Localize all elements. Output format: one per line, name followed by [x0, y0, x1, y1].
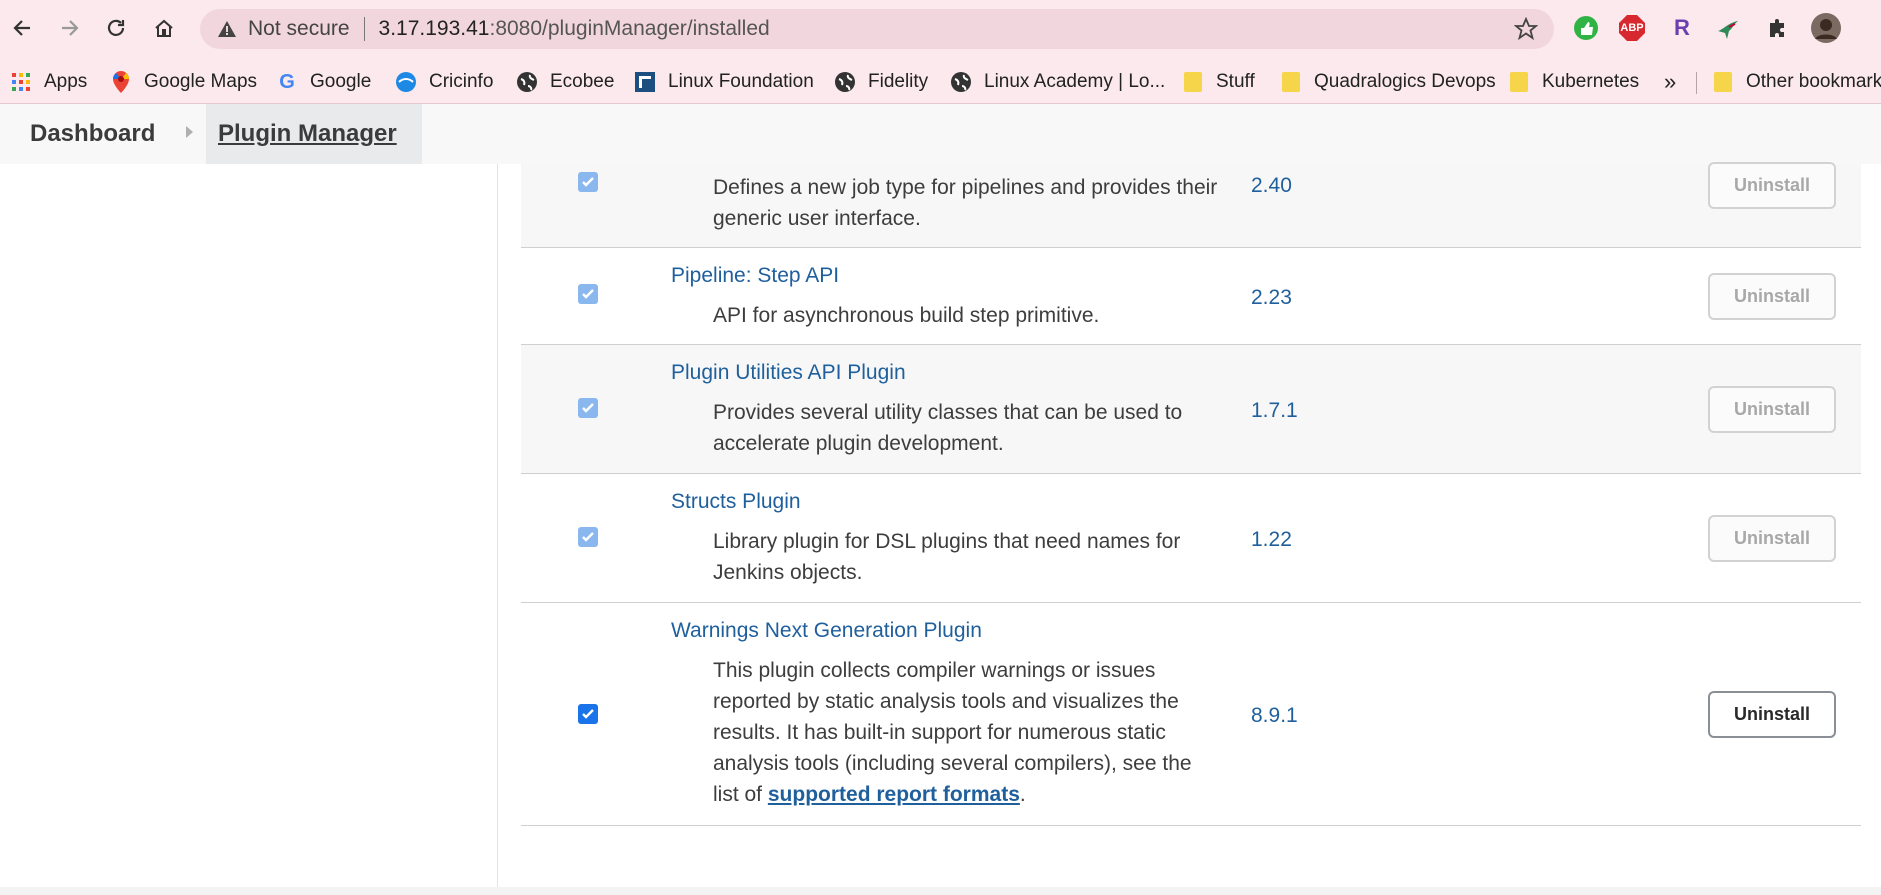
bookmark-label: Linux Academy | Lo... [984, 71, 1166, 92]
bookmarks-bar: Apps Google Maps G Google Cricinfo Ecobe… [0, 60, 1881, 104]
puzzle-icon[interactable] [1762, 12, 1794, 44]
folder-icon [1280, 71, 1302, 93]
plugin-version[interactable]: 1.7.1 [1251, 399, 1298, 423]
plugin-version[interactable]: 1.22 [1251, 528, 1292, 552]
bookmark-linux-foundation[interactable]: Linux Foundation [634, 60, 814, 104]
folder-icon [1182, 71, 1204, 93]
bookmark-label: Google Maps [144, 71, 258, 92]
plugin-version[interactable]: 2.23 [1251, 286, 1292, 310]
plugin-description: API for asynchronous build step primitiv… [713, 304, 1100, 327]
back-icon[interactable] [6, 12, 38, 44]
plugin-name-link[interactable]: Structs Plugin [671, 490, 801, 514]
bookmark-label: Other bookmarks [1746, 71, 1881, 92]
linux-foundation-icon [634, 71, 656, 93]
plugin-enabled-checkbox[interactable] [578, 172, 598, 192]
uninstall-button[interactable]: Uninstall [1708, 273, 1836, 320]
bookmark-folder-stuff[interactable]: Stuff [1182, 60, 1255, 104]
maps-pin-icon [110, 71, 132, 93]
cricinfo-icon [395, 71, 417, 93]
sidebar-divider [497, 164, 498, 887]
bookmark-google[interactable]: G Google [276, 60, 371, 104]
warning-icon [216, 18, 238, 40]
plugin-description: This plugin collects compiler warnings o… [713, 655, 1223, 810]
profile-avatar[interactable] [1810, 12, 1842, 44]
globe-icon [516, 71, 538, 93]
plugin-version[interactable]: 8.9.1 [1251, 704, 1298, 728]
bookmark-label: Kubernetes [1542, 71, 1640, 92]
uninstall-button[interactable]: Uninstall [1708, 515, 1836, 562]
folder-icon [1712, 71, 1734, 93]
browser-toolbar: Not secure 3.17.193.41:8080/pluginManage… [0, 0, 1881, 60]
bookmark-label: Stuff [1216, 71, 1255, 92]
home-icon[interactable] [148, 12, 180, 44]
bookmark-fidelity[interactable]: Fidelity [834, 60, 928, 104]
bird-extension-icon[interactable] [1712, 12, 1744, 44]
globe-icon [950, 71, 972, 93]
uninstall-button[interactable]: Uninstall [1708, 691, 1836, 738]
breadcrumb-plugin-manager[interactable]: Plugin Manager [206, 104, 422, 164]
address-bar[interactable]: Not secure 3.17.193.41:8080/pluginManage… [200, 9, 1554, 49]
bookmark-label: Google [310, 71, 372, 92]
bookmark-label: Apps [44, 71, 88, 92]
r-extension-icon[interactable]: R [1666, 12, 1698, 44]
bookmark-label: Linux Foundation [668, 71, 814, 92]
bookmark-label: Quadralogics Devops [1314, 71, 1496, 92]
uninstall-button[interactable]: Uninstall [1708, 162, 1836, 209]
bookmarks-overflow-button[interactable]: » [1664, 60, 1676, 104]
plugin-row: Structs Plugin Library plugin for DSL pl… [521, 474, 1861, 603]
plugin-row: Warnings Next Generation Plugin This plu… [521, 603, 1861, 826]
adblock-label: ABP [1620, 22, 1644, 34]
uninstall-button[interactable]: Uninstall [1708, 386, 1836, 433]
plugin-row: Defines a new job type for pipelines and… [521, 162, 1861, 248]
plugin-name-link[interactable]: Pipeline: Step API [671, 264, 839, 288]
bookmark-other-bookmarks[interactable]: Other bookmarks [1712, 60, 1881, 104]
forward-icon[interactable] [54, 12, 86, 44]
reload-icon[interactable] [100, 12, 132, 44]
url-text: 3.17.193.41:8080/pluginManager/installed [379, 17, 770, 41]
plugin-version[interactable]: 2.40 [1251, 174, 1292, 198]
bookmark-label: Ecobee [550, 71, 615, 92]
plugin-enabled-checkbox[interactable] [578, 527, 598, 547]
bookmark-cricinfo[interactable]: Cricinfo [395, 60, 493, 104]
url-host: 3.17.193.41 [378, 17, 490, 40]
plugin-row: Plugin Utilities API Plugin Provides sev… [521, 345, 1861, 474]
bookmark-google-maps[interactable]: Google Maps [110, 60, 257, 104]
url-path: :8080/pluginManager/installed [489, 17, 770, 40]
bookmark-ecobee[interactable]: Ecobee [516, 60, 614, 104]
plugin-description: Defines a new job type for pipelines and… [713, 176, 1218, 230]
breadcrumb-dashboard[interactable]: Dashboard [30, 104, 155, 164]
google-g-icon: G [279, 70, 295, 93]
supported-report-formats-link[interactable]: supported report formats [768, 783, 1020, 806]
plugin-description: Provides several utility classes that ca… [713, 401, 1183, 455]
not-secure-label: Not secure [248, 17, 350, 40]
plugin-enabled-checkbox[interactable] [578, 704, 598, 724]
footer-strip [0, 887, 1881, 895]
plugin-row: Pipeline: Step API API for asynchronous … [521, 248, 1861, 345]
bookmark-star-icon[interactable] [1513, 16, 1539, 46]
plugin-name-link[interactable]: Warnings Next Generation Plugin [671, 619, 982, 643]
bookmark-folder-kubernetes[interactable]: Kubernetes [1508, 60, 1639, 104]
breadcrumb-chevron-icon[interactable] [186, 126, 193, 138]
bookmark-linux-academy[interactable]: Linux Academy | Lo... [950, 60, 1165, 104]
bookmark-label: Fidelity [868, 71, 929, 92]
globe-icon [834, 71, 856, 93]
omnibox-separator [363, 17, 365, 41]
bookmark-folder-quadralogics[interactable]: Quadralogics Devops [1280, 60, 1496, 104]
apps-grid-icon [10, 71, 32, 93]
bookmark-apps[interactable]: Apps [10, 60, 87, 104]
folder-icon [1508, 71, 1530, 93]
bookmark-label: Cricinfo [429, 71, 494, 92]
plugin-description-end: . [1019, 783, 1026, 806]
plugin-name-link[interactable]: Plugin Utilities API Plugin [671, 361, 906, 385]
plugin-enabled-checkbox[interactable] [578, 398, 598, 418]
green-thumb-icon[interactable] [1570, 12, 1602, 44]
breadcrumb: Dashboard Plugin Manager [0, 104, 1881, 164]
plugin-enabled-checkbox[interactable] [578, 284, 598, 304]
bookmarks-separator [1696, 72, 1697, 94]
adblock-icon[interactable]: ABP [1616, 12, 1648, 44]
plugin-description: Library plugin for DSL plugins that need… [713, 530, 1181, 584]
